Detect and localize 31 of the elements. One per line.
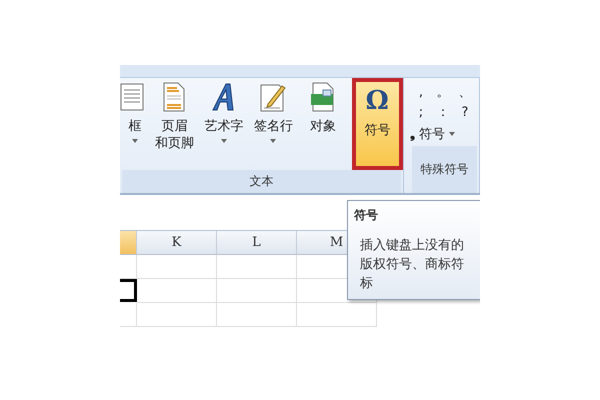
table-cell[interactable]	[137, 303, 217, 327]
group-label: 文本	[122, 170, 401, 193]
symbol-button[interactable]: 。	[432, 82, 454, 102]
symbol-button[interactable]: ,	[410, 82, 432, 102]
symbol-button[interactable]: ：	[432, 102, 454, 122]
table-cell[interactable]	[137, 255, 217, 279]
column-header[interactable]: L	[217, 231, 297, 255]
ribbon-button[interactable]: 签名行	[248, 78, 298, 170]
ribbon-button[interactable]: 框	[120, 78, 150, 170]
ribbon-button[interactable]: Ω 符号	[352, 78, 404, 170]
tooltip-title: 符号	[354, 207, 379, 224]
table-cell[interactable]	[120, 255, 137, 279]
pencil-page-icon	[258, 82, 288, 112]
table-cell[interactable]	[217, 279, 297, 303]
column-header[interactable]: K	[137, 231, 217, 255]
table-cell[interactable]	[120, 303, 137, 327]
table-cell[interactable]	[137, 279, 217, 303]
table-cell[interactable]	[217, 303, 297, 327]
group-label: 特殊符号	[412, 146, 477, 193]
active-cell[interactable]	[120, 279, 137, 302]
symbol-dropdown[interactable]: ❟ 符号	[410, 122, 455, 146]
ribbon-button[interactable]: 对象	[298, 78, 348, 170]
symbol-button[interactable]: ?	[454, 102, 476, 122]
table-cell[interactable]	[217, 255, 297, 279]
symbol-button[interactable]: ;	[410, 102, 432, 122]
omega-icon: Ω	[366, 86, 389, 116]
ribbon-button[interactable]: 艺术字	[199, 78, 249, 170]
symbol-button[interactable]: 、	[454, 82, 476, 102]
table-cell[interactable]	[297, 303, 377, 327]
column-header[interactable]	[120, 231, 137, 255]
ribbon-button[interactable]: 页眉 和页脚	[150, 78, 200, 170]
